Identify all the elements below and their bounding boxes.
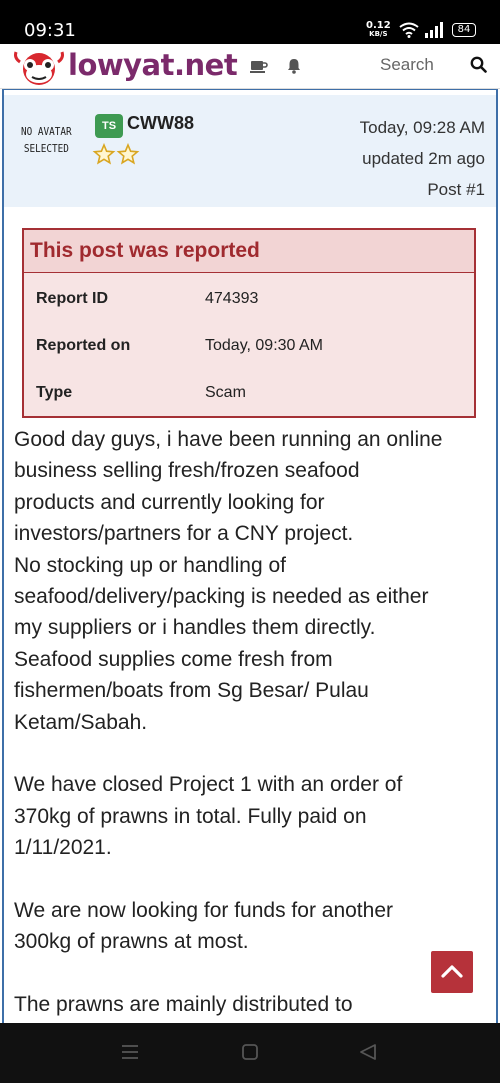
post-body-line: We are now looking for funds for another <box>14 899 393 923</box>
reported-on-label: Reported on <box>36 337 131 354</box>
report-id-value: 474393 <box>205 290 259 307</box>
report-type-label: Type <box>36 384 73 401</box>
search-input[interactable]: Search <box>380 55 434 75</box>
post-body-line: investors/partners for a CNY project. <box>14 522 354 546</box>
search-icon[interactable] <box>470 56 487 73</box>
wifi-icon <box>399 22 419 38</box>
post-body-line: products and currently looking for <box>14 490 325 514</box>
avatar-placeholder[interactable]: NO AVATAR SELECTED <box>20 123 73 157</box>
report-id-label: Report ID <box>36 290 108 307</box>
post-username[interactable]: CWW88 <box>127 113 194 134</box>
post-body-line: We have closed Project 1 with an order o… <box>14 773 403 797</box>
avatar-placeholder-line1: NO AVATAR <box>21 125 72 138</box>
chevron-up-icon <box>441 965 463 978</box>
thread-content[interactable]: NO AVATAR SELECTED TS CWW88 Today, 09:28… <box>0 89 500 1023</box>
post-meta: Today, 09:28 AM updated 2m ago Post #1 <box>360 112 485 205</box>
logo-mascot-icon[interactable] <box>12 50 66 86</box>
post-body-line: Ketam/Sabah. <box>14 710 148 734</box>
battery-icon: 84 <box>452 23 476 37</box>
post-body-line: fishermen/boats from Sg Besar/ Pulau <box>14 679 369 703</box>
report-title: This post was reported <box>24 230 474 273</box>
post-body-line: 1/11/2021. <box>14 836 112 860</box>
post-body-line: The prawns are mainly distributed to <box>14 993 353 1017</box>
post-body-line: seafood/delivery/packing is needed as ei… <box>14 585 429 609</box>
report-type-value: Scam <box>205 384 246 401</box>
network-speed-unit: KB/S <box>369 30 388 38</box>
topic-starter-badge: TS <box>95 114 123 138</box>
post-body-line: my suppliers or i handles them directly. <box>14 616 376 640</box>
post-body-line: 370kg of prawns in total. Fully paid on <box>14 804 367 828</box>
status-bar: 09:31 0.12 KB/S 84 <box>0 0 500 44</box>
scroll-to-top-button[interactable] <box>431 951 473 993</box>
post-body-line: 300kg of prawns at most. <box>14 930 249 954</box>
post-updated: updated 2m ago <box>362 149 485 168</box>
network-speed: 0.12 KB/S <box>366 21 391 39</box>
back-icon[interactable] <box>358 1043 378 1061</box>
site-header: lowyat.net Search <box>0 44 500 89</box>
reported-on-value: Today, 09:30 AM <box>205 337 323 354</box>
avatar-placeholder-line2: SELECTED <box>23 142 69 155</box>
post-body-line: No stocking up or handling of <box>14 553 287 577</box>
rank-stars-icon <box>92 143 140 165</box>
post-body-line: Good day guys, i have been running an on… <box>14 428 443 451</box>
recent-apps-icon[interactable] <box>120 1044 140 1060</box>
notification-bell-icon[interactable] <box>286 58 302 74</box>
network-speed-value: 0.12 <box>366 20 391 31</box>
status-time: 09:31 <box>24 20 76 41</box>
post-number-link[interactable]: Post #1 <box>360 174 485 205</box>
home-icon[interactable] <box>241 1043 259 1061</box>
system-navigation-bar <box>0 1023 500 1083</box>
post-header: NO AVATAR SELECTED TS CWW88 Today, 09:28… <box>4 95 496 207</box>
site-logo-text[interactable]: lowyat.net <box>68 48 238 82</box>
post-body-line: Seafood supplies come fresh from <box>14 647 333 671</box>
coffee-cup-icon[interactable] <box>250 58 268 74</box>
post-body-line: business selling fresh/frozen seafood <box>14 459 360 483</box>
signal-icon <box>425 22 443 38</box>
report-notice: This post was reported Report ID 474393 … <box>22 228 476 418</box>
post-body: Good day guys, i have been running an on… <box>14 424 488 1021</box>
post-timestamp: Today, 09:28 AM <box>359 118 485 137</box>
